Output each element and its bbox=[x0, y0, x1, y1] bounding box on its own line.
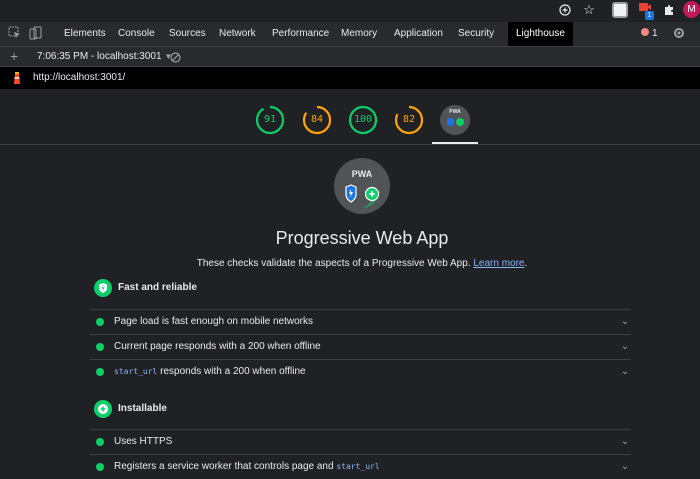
gauge-pwa[interactable]: PWA bbox=[440, 105, 470, 135]
audit-label: Registers a service worker that controls… bbox=[114, 455, 380, 479]
gauge-accessibility[interactable]: 84 bbox=[302, 105, 332, 135]
audit-label: start_url responds with a 200 when offli… bbox=[114, 360, 306, 384]
pass-indicator bbox=[96, 318, 104, 326]
chevron-down-icon[interactable]: ⌄ bbox=[619, 360, 631, 384]
error-count-badge[interactable]: 1 bbox=[641, 28, 658, 39]
chevron-down-icon[interactable]: ⌄ bbox=[619, 430, 631, 454]
shield-check-icon bbox=[94, 279, 112, 297]
tab-memory[interactable]: Memory bbox=[341, 22, 377, 46]
audit-works-offline[interactable]: Current page responds with a 200 when of… bbox=[90, 334, 631, 359]
plus-circle-icon bbox=[94, 400, 112, 418]
error-count: 1 bbox=[652, 28, 658, 39]
group-label: Fast and reliable bbox=[118, 282, 197, 293]
category-pwa: PWA Progressive Web App These checks val… bbox=[0, 145, 700, 472]
zoom-icon[interactable] bbox=[556, 1, 574, 19]
pwa-badge-text: PWA bbox=[449, 109, 461, 115]
extension-badge: 1 bbox=[645, 11, 654, 20]
bookmark-star-icon[interactable]: ☆ bbox=[580, 1, 598, 19]
category-description-text: These checks validate the aspects of a P… bbox=[196, 258, 471, 269]
inspect-element-icon[interactable] bbox=[8, 26, 22, 42]
audit-label: Page load is fast enough on mobile netwo… bbox=[114, 316, 314, 327]
pass-indicator bbox=[96, 438, 104, 446]
tab-sources[interactable]: Sources bbox=[169, 22, 206, 46]
audit-uses-https[interactable]: Uses HTTPS ⌄ bbox=[90, 429, 631, 454]
gauge-score: 91 bbox=[263, 114, 277, 125]
device-toolbar-icon[interactable] bbox=[28, 26, 42, 42]
tab-elements[interactable]: Elements bbox=[64, 22, 106, 46]
audit-load-fast-enough[interactable]: Page load is fast enough on mobile netwo… bbox=[90, 309, 631, 334]
category-title: Progressive Web App bbox=[275, 228, 449, 248]
code-start-url: start_url bbox=[114, 367, 158, 376]
audit-label: Current page responds with a 200 when of… bbox=[114, 341, 321, 352]
tab-lighthouse[interactable]: Lighthouse bbox=[508, 22, 573, 46]
pwa-badge-icon: PWA bbox=[334, 158, 390, 214]
report-url-bar: http://localhost:3001/ bbox=[0, 67, 700, 89]
report-selector[interactable]: 7:06:35 PM - localhost:3001 ▼ bbox=[37, 47, 172, 66]
pwa-badge-label: PWA bbox=[351, 169, 373, 179]
chevron-down-icon[interactable]: ⌄ bbox=[619, 310, 631, 334]
learn-more-link[interactable]: Learn more bbox=[473, 258, 524, 269]
group-label: Installable bbox=[118, 403, 167, 414]
gauge-score: 82 bbox=[402, 114, 416, 125]
active-gauge-indicator bbox=[432, 142, 478, 144]
chevron-down-icon[interactable]: ⌄ bbox=[619, 335, 631, 359]
period: . bbox=[524, 258, 528, 269]
gauge-best-practices[interactable]: 100 bbox=[348, 105, 378, 135]
pass-indicator bbox=[96, 463, 104, 471]
gauge-performance[interactable]: 91 bbox=[255, 105, 285, 135]
chevron-down-icon[interactable]: ⌄ bbox=[619, 455, 631, 479]
report-selector-label: 7:06:35 PM - localhost:3001 bbox=[37, 51, 162, 62]
gauge-score: 100 bbox=[353, 114, 373, 125]
new-report-plus-icon[interactable]: + bbox=[10, 47, 18, 66]
tab-performance[interactable]: Performance bbox=[272, 22, 329, 46]
gauge-score: 84 bbox=[310, 114, 324, 125]
extension-icon[interactable] bbox=[612, 2, 628, 18]
error-icon bbox=[641, 28, 649, 37]
tab-security[interactable]: Security bbox=[458, 22, 494, 46]
audit-offline-start-url[interactable]: start_url responds with a 200 when offli… bbox=[90, 359, 631, 384]
audit-label-text: responds with a 200 when offline bbox=[160, 366, 306, 377]
report-toolbar: + 7:06:35 PM - localhost:3001 ▼ bbox=[0, 47, 700, 67]
score-gauges: 91 84 100 82 PWA bbox=[0, 90, 700, 145]
pwa-installable-icon bbox=[456, 118, 464, 126]
devtools-tabbar: Elements Console Sources Network Perform… bbox=[0, 22, 700, 47]
pass-indicator bbox=[96, 343, 104, 351]
settings-gear-icon[interactable] bbox=[672, 26, 686, 42]
pwa-fast-reliable-icon bbox=[447, 118, 454, 126]
category-description: These checks validate the aspects of a P… bbox=[0, 258, 700, 269]
pass-indicator bbox=[96, 368, 104, 376]
tab-network[interactable]: Network bbox=[219, 22, 256, 46]
gauge-seo[interactable]: 82 bbox=[394, 105, 424, 135]
browser-toolbar: ☆ 1 M bbox=[0, 0, 700, 20]
audit-label: Uses HTTPS bbox=[114, 436, 173, 447]
report-url[interactable]: http://localhost:3001/ bbox=[33, 67, 125, 89]
avatar[interactable]: M bbox=[683, 1, 700, 18]
tab-console[interactable]: Console bbox=[118, 22, 155, 46]
tab-application[interactable]: Application bbox=[394, 22, 443, 46]
pwa-badge-shapes bbox=[345, 184, 380, 208]
extensions-puzzle-icon[interactable] bbox=[660, 1, 678, 19]
